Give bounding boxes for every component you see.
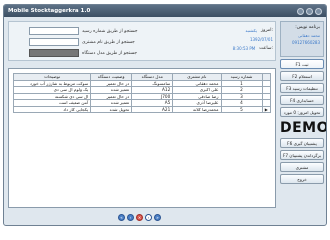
device-search-input[interactable]: [29, 49, 79, 57]
first-page-button[interactable]: «: [118, 214, 125, 221]
menu-label: پشتیبان گیری: [293, 140, 317, 146]
menu-key: F1: [295, 61, 301, 67]
customer-search-input[interactable]: [29, 38, 79, 46]
menu-exit-button[interactable]: خروج: [280, 174, 324, 184]
menu-customer-button[interactable]: مشتری: [280, 162, 324, 172]
time-label: ساعت:: [259, 46, 273, 51]
prev-page-button[interactable]: ‹: [127, 214, 134, 221]
menu-today-delivery-button[interactable]: تحویل امروز: 0 مورد: [280, 107, 324, 117]
last-page-button[interactable]: »: [154, 214, 161, 221]
search-device-row: جستجو از طریق مدل دستگاه: [29, 49, 149, 57]
menu-key: F3: [286, 85, 292, 91]
selected-row-marker-icon: ▶: [261, 105, 272, 113]
menu-receipt-settings-button[interactable]: تنظیمات رسید F3: [280, 83, 324, 93]
app-window: Mobile Stocktaggerkra 1.0 جستجو از طریق …: [3, 4, 327, 226]
search-customer-row: جستجو از طریق نام مشتری: [29, 38, 149, 46]
developer-phone: 09127660283: [292, 40, 320, 45]
menu-label: خروج: [297, 176, 307, 182]
menu-label: مشتری: [295, 164, 309, 170]
pager: « ‹ × › »: [118, 214, 161, 221]
records-table: توضیحات وضعیت دستگاه مدل دستگاه نام مشتر…: [12, 73, 272, 113]
window-controls: [297, 7, 322, 15]
today-label: امروز:: [260, 28, 273, 33]
menu-accounting-button[interactable]: حسابداری F4: [280, 95, 324, 105]
search-receipt-row: جستجو از طریق شماره رسید: [29, 27, 149, 35]
receipt-search-input[interactable]: [29, 27, 79, 35]
menu-key: F7: [282, 152, 289, 158]
cell-note: یکجایی کار داد: [12, 105, 92, 113]
menu-label: تنظیمات رسید: [292, 85, 318, 91]
maximize-button[interactable]: [306, 7, 313, 15]
developer-card: برنامه نویس: محمد دهقانی 09127660283: [280, 21, 324, 57]
sidebar: برنامه نویس: محمد دهقانی 09127660283 ثبت…: [280, 21, 327, 223]
menu-label: حسابداری: [296, 97, 314, 103]
window-title: Mobile Stocktaggerkra 1.0: [8, 8, 91, 14]
device-search-label: جستجو از طریق مدل دستگاه: [82, 50, 137, 56]
today-value: یکشنبه: [245, 28, 257, 33]
menu-key: F2: [292, 73, 298, 79]
delete-button[interactable]: ×: [136, 214, 143, 221]
date-value: 1392/07/01: [249, 37, 273, 42]
menu-label: ثبت: [301, 61, 309, 67]
main-area: جستجو از طریق شماره رسید جستجو از طریق ن…: [8, 21, 276, 223]
menu-label: استعلام: [298, 73, 312, 79]
receipt-search-label: جستجو از طریق شماره رسید: [82, 28, 138, 34]
menu-register-button[interactable]: ثبت F1: [280, 59, 324, 69]
menu-label: برگرداندن پشتیبان: [289, 152, 322, 158]
table-row-selected[interactable]: یکجایی کار داد تحویل شده A21 محمدرضا کلا…: [12, 105, 272, 113]
table-header-row: توضیحات وضعیت دستگاه مدل دستگاه نام مشتر…: [12, 73, 272, 81]
today-line: یکشنبه امروز:: [169, 28, 273, 34]
customer-search-label: جستجو از طریق نام مشتری: [82, 39, 135, 45]
date-line: 1392/07/01: [169, 37, 273, 43]
menu-inquiry-button[interactable]: استعلام F2: [280, 71, 324, 81]
records-table-panel: توضیحات وضعیت دستگاه مدل دستگاه نام مشتر…: [8, 68, 276, 208]
menu-label: تحویل امروز: 0 مورد: [283, 109, 321, 115]
minimize-button[interactable]: [297, 7, 304, 15]
menu-backup-button[interactable]: پشتیبان گیری F6: [280, 138, 324, 148]
demo-label: DEMO: [280, 120, 327, 136]
cell-model: A21: [131, 105, 174, 113]
menu-key: F4: [290, 97, 296, 103]
close-button[interactable]: [315, 7, 322, 15]
cell-id: 5: [220, 105, 263, 113]
developer-name: محمد دهقانی: [298, 33, 320, 38]
time-value: 8:30:53 PM: [232, 46, 256, 51]
developer-title: برنامه نویس:: [295, 25, 320, 30]
cell-status: تحویل شده: [90, 105, 133, 113]
time-line: 8:30:53 PM ساعت:: [169, 46, 273, 52]
search-panel: جستجو از طریق شماره رسید جستجو از طریق ن…: [8, 21, 276, 61]
cell-customer: محمدرضا کلانه: [172, 105, 222, 113]
next-page-button[interactable]: ›: [145, 214, 152, 221]
menu-key: F6: [287, 140, 293, 146]
date-time-info: یکشنبه امروز: 1392/07/01 8:30:53 PM ساعت…: [169, 28, 273, 55]
title-bar: Mobile Stocktaggerkra 1.0: [4, 5, 326, 17]
menu-restore-button[interactable]: برگرداندن پشتیبان F7: [280, 150, 324, 160]
